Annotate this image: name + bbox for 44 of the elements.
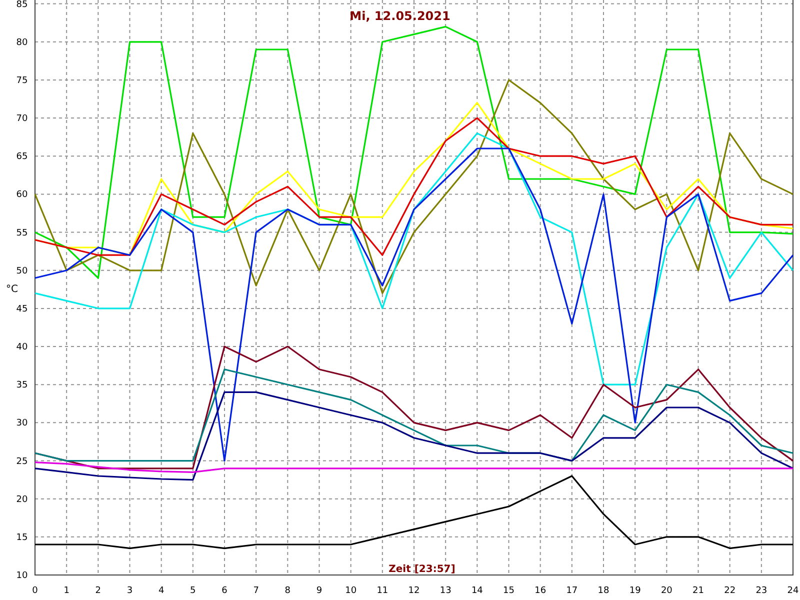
- axis-label: Zeit [23:57]: [388, 564, 456, 575]
- chart-title: Mi, 12.05.2021: [350, 9, 450, 23]
- tick-label: 65: [16, 152, 28, 162]
- tick-label: 18: [598, 586, 610, 596]
- tick-label: 13: [440, 586, 452, 596]
- tick-label: 85: [16, 0, 28, 10]
- tick-label: 5: [190, 586, 196, 596]
- tick-label: 75: [16, 76, 28, 86]
- tick-label: 55: [16, 228, 28, 238]
- tick-label: 23: [756, 586, 768, 596]
- tick-label: 17: [566, 586, 578, 596]
- tick-label: 80: [16, 38, 28, 48]
- tick-label: 19: [629, 586, 641, 596]
- tick-label: 10: [345, 586, 357, 596]
- tick-label: 9: [316, 586, 322, 596]
- tick-label: 16: [534, 586, 546, 596]
- tick-label: 25: [16, 456, 28, 467]
- tick-label: 7: [253, 586, 259, 596]
- tick-label: 60: [16, 190, 28, 200]
- tick-label: 6: [222, 586, 228, 596]
- tick-label: 12: [408, 586, 420, 596]
- tick-label: 21: [692, 586, 704, 596]
- tick-label: 40: [16, 342, 28, 353]
- tick-label: 0: [32, 586, 38, 596]
- tick-label: 8: [284, 586, 291, 596]
- tick-label: 24: [787, 586, 799, 596]
- axis-label: °C: [6, 284, 18, 295]
- tick-label: 30: [16, 418, 28, 429]
- tick-label: 15: [16, 532, 28, 543]
- tick-label: 2: [95, 586, 102, 596]
- tick-label: 10: [16, 571, 28, 581]
- tick-label: 15: [503, 586, 514, 596]
- tick-label: 4: [158, 586, 164, 596]
- tick-label: 3: [126, 586, 133, 596]
- tick-label: 70: [16, 114, 28, 124]
- tick-label: 45: [16, 304, 28, 314]
- tick-label: 1: [64, 586, 70, 596]
- tick-label: 50: [16, 266, 28, 276]
- tick-label: 20: [660, 586, 672, 596]
- tick-label: 35: [16, 380, 28, 391]
- tick-label: 22: [724, 586, 736, 596]
- tick-label: 14: [471, 586, 483, 596]
- tick-label: 11: [376, 586, 388, 596]
- tick-label: 20: [16, 494, 28, 505]
